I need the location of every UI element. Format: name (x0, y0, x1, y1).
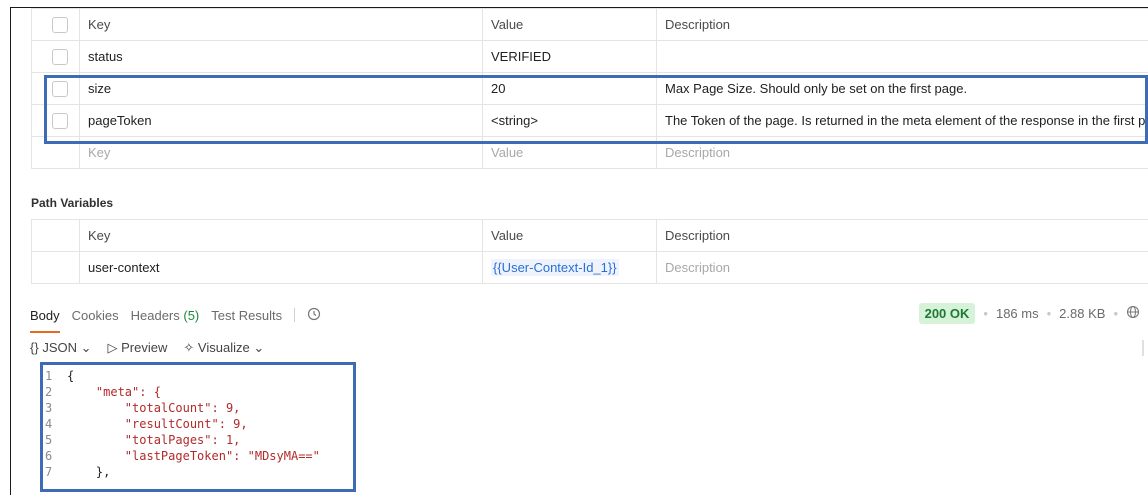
scrollbar[interactable] (1142, 340, 1144, 356)
param-value[interactable]: VERIFIED (483, 41, 657, 73)
new-description-input[interactable]: Description (657, 137, 1148, 169)
response-status: 200 OK • 186 ms • 2.88 KB • (919, 303, 1140, 324)
response-tabs: Body Cookies Headers (5) Test Results (30, 303, 321, 327)
body-toolbar: {} JSON ⌄ ▷ Preview ✧ Visualize ⌄ (30, 340, 264, 356)
code-line: 4 "resultCount": 9, (45, 416, 320, 432)
param-description[interactable]: The Token of the page. Is returned in th… (657, 105, 1148, 137)
separator-dot: • (1113, 306, 1118, 321)
param-key[interactable]: size (80, 73, 483, 105)
param-value[interactable]: <string> (483, 105, 657, 137)
new-value-input[interactable]: Value (483, 137, 657, 169)
code-line: 7 }, (45, 464, 320, 480)
param-key[interactable]: status (80, 41, 483, 73)
path-key: user-context (80, 252, 483, 284)
row-checkbox[interactable] (52, 49, 68, 65)
new-key-input[interactable]: Key (80, 137, 483, 169)
status-badge[interactable]: 200 OK (919, 303, 976, 324)
table-row: size 20 Max Page Size. Should only be se… (32, 73, 1148, 105)
code-line: 5 "totalPages": 1, (45, 432, 320, 448)
query-params-table: Key Value Description status VERIFIED si… (31, 8, 1148, 169)
header-key: Key (80, 9, 483, 41)
path-variables-table: Key Value Description user-context {{Use… (31, 219, 1148, 284)
separator-dot: • (983, 306, 988, 321)
header-value: Value (483, 9, 657, 41)
path-variables-title: Path Variables (31, 196, 113, 210)
visualize-icon: ✧ (183, 340, 194, 355)
tab-separator (294, 308, 295, 322)
row-checkbox[interactable] (52, 113, 68, 129)
chevron-down-icon: ⌄ (81, 340, 92, 355)
chevron-down-icon: ⌄ (253, 340, 264, 355)
code-line: 3 "totalCount": 9, (45, 400, 320, 416)
response-time[interactable]: 186 ms (996, 306, 1039, 321)
format-select[interactable]: {} JSON ⌄ (30, 340, 92, 356)
table-row: pageToken <string> The Token of the page… (32, 105, 1148, 137)
separator-dot: • (1047, 306, 1052, 321)
code-line: 1{ (45, 368, 320, 384)
table-row: status VERIFIED (32, 41, 1148, 73)
header-value: Value (483, 220, 657, 252)
params-header-row: Key Value Description (32, 9, 1148, 41)
param-description[interactable]: Max Page Size. Should only be set on the… (657, 73, 1148, 105)
visualize-button[interactable]: ✧ Visualize ⌄ (183, 340, 264, 356)
header-description: Description (657, 220, 1148, 252)
path-value[interactable]: {{User-Context-Id_1}} (483, 252, 657, 284)
code-line: 2 "meta": { (45, 384, 320, 400)
globe-icon[interactable] (1126, 305, 1140, 322)
tab-body[interactable]: Body (30, 308, 60, 323)
history-icon[interactable] (307, 307, 321, 324)
new-param-row: Key Value Description (32, 137, 1148, 169)
tab-headers[interactable]: Headers (5) (131, 308, 200, 323)
tab-test-results[interactable]: Test Results (211, 308, 282, 323)
variable-token[interactable]: {{User-Context-Id_1}} (491, 259, 619, 276)
header-description: Description (657, 9, 1148, 41)
headers-count: (5) (183, 308, 199, 323)
tab-cookies[interactable]: Cookies (72, 308, 119, 323)
response-size[interactable]: 2.88 KB (1059, 306, 1105, 321)
select-all-checkbox[interactable] (52, 17, 68, 33)
response-code-viewer: 1{ 2 "meta": { 3 "totalCount": 9, 4 "res… (45, 368, 320, 480)
path-description[interactable]: Description (657, 252, 1148, 284)
param-value[interactable]: 20 (483, 73, 657, 105)
braces-icon: {} (30, 340, 39, 355)
header-key: Key (80, 220, 483, 252)
table-row: user-context {{User-Context-Id_1}} Descr… (32, 252, 1148, 284)
preview-button[interactable]: ▷ Preview (108, 340, 168, 356)
code-line: 6 "lastPageToken": "MDsyMA==" (45, 448, 320, 464)
param-description[interactable] (657, 41, 1148, 73)
row-checkbox[interactable] (52, 81, 68, 97)
path-header-row: Key Value Description (32, 220, 1148, 252)
param-key[interactable]: pageToken (80, 105, 483, 137)
play-icon: ▷ (108, 340, 118, 355)
